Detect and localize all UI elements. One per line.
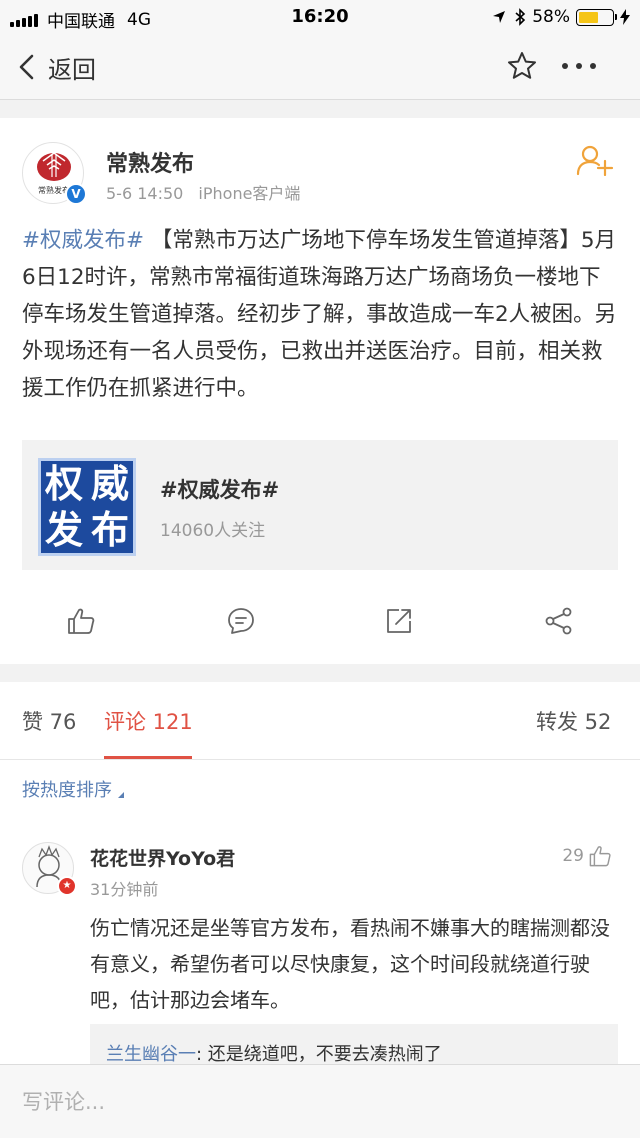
topic-image: 权 威 发 布 (38, 458, 136, 556)
favorite-button[interactable] (506, 50, 538, 86)
commenter-avatar[interactable]: ★ (22, 842, 77, 896)
post-body: #权威发布# 【常熟市万达广场地下停车场发生管道掉落】5月6日12时许，常熟市常… (22, 222, 622, 407)
comment-bar (0, 1064, 640, 1138)
tab-likes[interactable]: 赞 76 (22, 706, 76, 736)
sort-label: 按热度排序 (22, 780, 112, 801)
comment-time: 31分钟前 (90, 880, 159, 899)
post-source: iPhone客户端 (198, 184, 301, 203)
follow-button[interactable] (576, 144, 614, 180)
verified-icon: V (65, 183, 87, 205)
repost-icon (387, 609, 411, 633)
topic-title: #权威发布# (160, 478, 280, 502)
share-icon (545, 607, 572, 635)
status-right: 58% (492, 7, 630, 27)
author-avatar[interactable]: 常熟发布 V (22, 142, 87, 205)
reply-username[interactable]: 兰生幽谷一 (106, 1044, 196, 1065)
section-divider (0, 664, 640, 682)
charging-icon (620, 9, 630, 25)
nav-bar: 返回 (0, 34, 640, 100)
comment-text: 伤亡情况还是坐等官方发布，看热闹不嫌事大的瞎揣测都没有意义，希望伤者可以尽快康复… (90, 916, 610, 1012)
post-date: 5-6 14:50 (106, 184, 184, 203)
comment-like-button[interactable]: 29 (562, 844, 612, 868)
battery-percent: 58% (532, 7, 570, 27)
topic-followers: 14060人关注 (160, 521, 266, 541)
commenter-name[interactable]: 花花世界YoYo君 (90, 844, 235, 871)
comment-icon (228, 608, 254, 634)
tab-comments[interactable]: 评论 121 (104, 706, 193, 736)
topic-image-char: 发 (44, 508, 83, 552)
post-action-bar (0, 606, 640, 646)
reply-text: : 还是绕道吧，不要去凑热闹了 (196, 1044, 442, 1065)
location-icon (493, 11, 506, 23)
member-badge-icon: ★ (57, 876, 77, 896)
interaction-tabs: 赞 76 评论 121 转发 52 (0, 682, 640, 760)
section-divider (0, 100, 640, 118)
more-icon[interactable] (562, 54, 596, 78)
sort-dropdown[interactable]: 按热度排序 (22, 776, 124, 802)
active-tab-indicator (104, 756, 192, 759)
chevron-left-icon (19, 54, 34, 80)
post-meta: 5-6 14:50 iPhone客户端 (106, 180, 300, 204)
like-icon (589, 846, 611, 867)
status-bar: 中国联通 4G 16:20 58% (0, 0, 640, 34)
back-button[interactable]: 返回 (18, 48, 96, 86)
repost-button[interactable] (384, 606, 414, 640)
like-button[interactable] (66, 606, 96, 640)
back-label: 返回 (48, 55, 96, 84)
comment-like-count: 29 (562, 846, 584, 866)
topic-image-char: 布 (90, 508, 129, 552)
like-icon (68, 608, 95, 634)
star-icon (508, 52, 536, 79)
topic-image-char: 威 (90, 462, 129, 506)
add-user-icon (576, 145, 614, 177)
dropdown-icon (118, 792, 124, 798)
author-name[interactable]: 常熟发布 (106, 146, 194, 178)
comment-item: ★ 花花世界YoYo君 31分钟前 29 伤亡情况还是坐等官方发布，看热闹不嫌事… (0, 830, 640, 1084)
battery-icon (576, 8, 617, 26)
topic-image-char: 权 (44, 462, 83, 506)
comment-button[interactable] (226, 606, 256, 640)
bluetooth-icon (515, 8, 526, 26)
share-button[interactable] (544, 606, 574, 640)
post-hashtag-link[interactable]: #权威发布# (22, 228, 144, 253)
weibo-post: 常熟发布 V 常熟发布 5-6 14:50 iPhone客户端 #权威发布# 【… (0, 118, 640, 664)
tab-reposts[interactable]: 转发 52 (536, 706, 611, 736)
comment-input[interactable] (22, 1085, 522, 1119)
post-body-text: 【常熟市万达广场地下停车场发生管道掉落】5月6日12时许，常熟市常福街道珠海路万… (22, 228, 617, 401)
topic-card[interactable]: 权 威 发 布 #权威发布# 14060人关注 (22, 440, 618, 570)
